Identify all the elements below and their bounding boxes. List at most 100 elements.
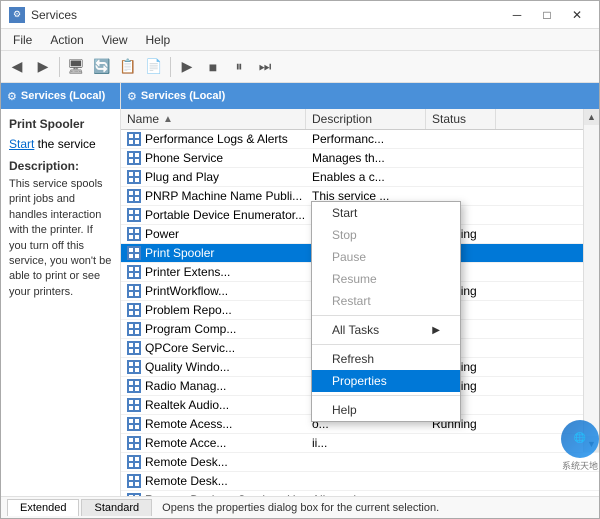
row-desc: Enables a c...	[306, 168, 426, 186]
sidebar-desc-label: Description:	[9, 159, 112, 173]
scroll-track[interactable]	[584, 125, 599, 436]
row-name: Plug and Play	[121, 168, 306, 186]
status-bar: Extended Standard Opens the properties d…	[1, 496, 599, 518]
menu-action[interactable]: Action	[42, 31, 91, 49]
context-menu-separator	[312, 395, 460, 396]
pause-button[interactable]: ⏸	[227, 55, 251, 79]
menu-view[interactable]: View	[94, 31, 136, 49]
context-menu-item-start[interactable]: Start	[312, 202, 460, 224]
row-name-text: Phone Service	[145, 151, 223, 165]
main-content: ⚙ Services (Local) Print Spooler Start t…	[1, 83, 599, 496]
row-desc: Performanc...	[306, 130, 426, 148]
stop-button[interactable]: ■	[201, 55, 225, 79]
app-icon: ⚙	[9, 7, 25, 23]
row-name: QPCore Servic...	[121, 339, 306, 357]
export-button[interactable]: 📋	[116, 55, 140, 79]
watermark-logo: 🌐	[561, 420, 599, 458]
service-icon	[127, 417, 141, 431]
row-name: Quality Windo...	[121, 358, 306, 376]
row-name-text: Problem Repo...	[145, 303, 232, 317]
row-extra	[496, 453, 516, 471]
row-name-text: Portable Device Enumerator...	[145, 208, 305, 222]
row-name-text: Plug and Play	[145, 170, 219, 184]
row-extra	[496, 187, 516, 205]
row-extra	[496, 130, 516, 148]
menu-item-label: Properties	[332, 374, 387, 388]
row-name: Portable Device Enumerator...	[121, 206, 306, 224]
play-button[interactable]: ▶	[175, 55, 199, 79]
row-extra	[496, 472, 516, 490]
row-name: Power	[121, 225, 306, 243]
context-menu-item-help[interactable]: Help	[312, 399, 460, 421]
watermark: 🌐 系统天地	[561, 420, 599, 472]
col-status[interactable]: Status	[426, 109, 496, 129]
table-row[interactable]: Remote Desktop Services U... Allows the …	[121, 491, 599, 496]
context-menu-item-stop: Stop	[312, 224, 460, 246]
menu-bar: File Action View Help	[1, 29, 599, 51]
context-menu-item-all-tasks[interactable]: All Tasks ▶	[312, 319, 460, 341]
menu-item-label: Refresh	[332, 352, 374, 366]
row-extra	[496, 377, 516, 395]
restart-button[interactable]: ⏭	[253, 55, 277, 79]
row-name: Realtek Audio...	[121, 396, 306, 414]
row-extra	[496, 358, 516, 376]
row-name: Printer Extens...	[121, 263, 306, 281]
table-row[interactable]: Remote Desk...	[121, 453, 599, 472]
service-icon	[127, 246, 141, 260]
service-icon	[127, 265, 141, 279]
row-extra	[496, 206, 516, 224]
row-name: Print Spooler	[121, 244, 306, 262]
vertical-scrollbar[interactable]: ▲ ▼	[583, 109, 599, 452]
row-name: Remote Acess...	[121, 415, 306, 433]
title-bar: ⚙ Services ─ □ ✕	[1, 1, 599, 29]
table-row[interactable]: Remote Desk...	[121, 472, 599, 491]
right-panel: ⚙ Services (Local) Name ▲ Description St…	[121, 83, 599, 496]
forward-button[interactable]: ▶	[31, 55, 55, 79]
context-menu-item-refresh[interactable]: Refresh	[312, 348, 460, 370]
row-extra	[496, 244, 516, 262]
scroll-up-button[interactable]: ▲	[584, 109, 599, 125]
table-row[interactable]: Performance Logs & Alerts Performanc...	[121, 130, 599, 149]
service-icon	[127, 455, 141, 469]
computer-button[interactable]: 🖥	[64, 55, 88, 79]
row-status	[426, 149, 496, 167]
refresh-toolbar-button[interactable]: 🔄	[90, 55, 114, 79]
back-button[interactable]: ◀	[5, 55, 29, 79]
row-name-text: Performance Logs & Alerts	[145, 132, 288, 146]
row-name: PrintWorkflow...	[121, 282, 306, 300]
menu-file[interactable]: File	[5, 31, 40, 49]
submenu-arrow-icon: ▶	[432, 325, 440, 336]
menu-item-label: All Tasks	[332, 323, 379, 337]
table-row[interactable]: Plug and Play Enables a c...	[121, 168, 599, 187]
close-button[interactable]: ✕	[563, 5, 591, 25]
row-extra	[496, 434, 516, 452]
menu-item-label: Help	[332, 403, 357, 417]
sidebar-header-icon: ⚙	[7, 90, 17, 103]
tab-extended[interactable]: Extended	[7, 499, 79, 516]
minimize-button[interactable]: ─	[503, 5, 531, 25]
maximize-button[interactable]: □	[533, 5, 561, 25]
window-controls: ─ □ ✕	[503, 5, 591, 25]
sidebar-link-container: Start the service	[9, 137, 112, 151]
status-text: Opens the properties dialog box for the …	[162, 502, 439, 514]
table-row[interactable]: Phone Service Manages th...	[121, 149, 599, 168]
row-name: PNRP Machine Name Publi...	[121, 187, 306, 205]
menu-help[interactable]: Help	[138, 31, 179, 49]
col-description[interactable]: Description	[306, 109, 426, 129]
col-name[interactable]: Name ▲	[121, 109, 306, 129]
service-icon	[127, 322, 141, 336]
row-extra	[496, 491, 516, 496]
sidebar-start-link[interactable]: Start	[9, 137, 34, 151]
service-icon	[127, 493, 141, 496]
col-name-label: Name	[127, 112, 159, 126]
properties-toolbar-button[interactable]: 📄	[142, 55, 166, 79]
table-row[interactable]: Remote Acce... ii...	[121, 434, 599, 453]
row-name-text: Program Comp...	[145, 322, 236, 336]
toolbar-separator-1	[59, 57, 60, 77]
service-icon	[127, 151, 141, 165]
toolbar: ◀ ▶ 🖥 🔄 📋 📄 ▶ ■ ⏸ ⏭	[1, 51, 599, 83]
row-name-text: Remote Desk...	[145, 455, 228, 469]
context-menu-item-properties[interactable]: Properties	[312, 370, 460, 392]
tab-standard[interactable]: Standard	[81, 499, 152, 516]
row-name: Radio Manag...	[121, 377, 306, 395]
